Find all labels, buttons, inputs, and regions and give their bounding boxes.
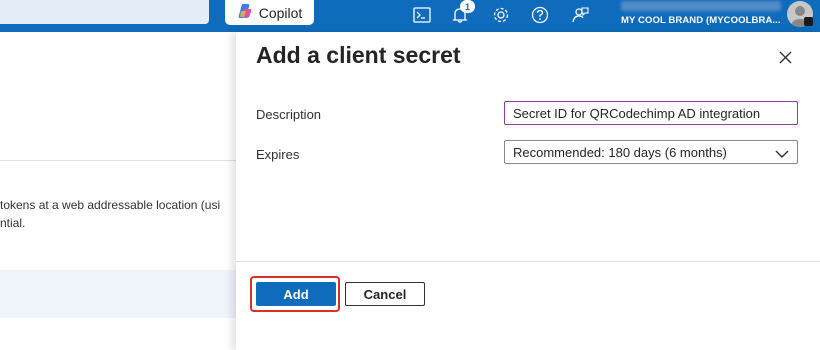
expires-label: Expires xyxy=(256,147,300,162)
gear-icon[interactable] xyxy=(489,4,513,26)
notification-badge: 1 xyxy=(460,0,475,13)
description-input[interactable]: Secret ID for QRCodechimp AD integration xyxy=(504,101,798,125)
account-email-redacted xyxy=(621,1,781,11)
search-box[interactable] xyxy=(0,0,209,24)
background-highlight-row xyxy=(0,270,236,318)
feedback-icon[interactable] xyxy=(568,4,592,26)
footer-divider xyxy=(236,261,820,262)
expires-value: Recommended: 180 days (6 months) xyxy=(513,144,727,160)
cloud-shell-icon[interactable] xyxy=(410,4,434,26)
account-name[interactable]: MY COOL BRAND (MYCOOLBRA... xyxy=(621,15,781,26)
panel-title: Add a client secret xyxy=(256,42,461,68)
close-icon[interactable] xyxy=(774,46,796,68)
copilot-button[interactable]: Copilot xyxy=(225,0,314,25)
expires-dropdown[interactable]: Recommended: 180 days (6 months) xyxy=(504,140,798,164)
add-button[interactable]: Add xyxy=(256,282,336,306)
copilot-label: Copilot xyxy=(258,4,303,21)
background-text-line-1: tokens at a web addressable location (us… xyxy=(0,198,221,212)
background-text-line-2: ntial. xyxy=(0,216,26,230)
background-divider xyxy=(0,160,236,161)
lock-icon xyxy=(804,17,813,26)
cancel-button[interactable]: Cancel xyxy=(345,282,425,306)
chevron-down-icon xyxy=(775,147,789,162)
help-icon[interactable] xyxy=(528,4,552,26)
add-client-secret-panel: Add a client secret Description Secret I… xyxy=(236,32,820,350)
copilot-icon xyxy=(237,3,253,22)
description-value: Secret ID for QRCodechimp AD integration xyxy=(513,105,761,121)
top-nav-bar: Copilot 1 MY COOL BRAND (MYCOOLBRA... xyxy=(0,0,820,32)
description-label: Description xyxy=(256,107,322,122)
